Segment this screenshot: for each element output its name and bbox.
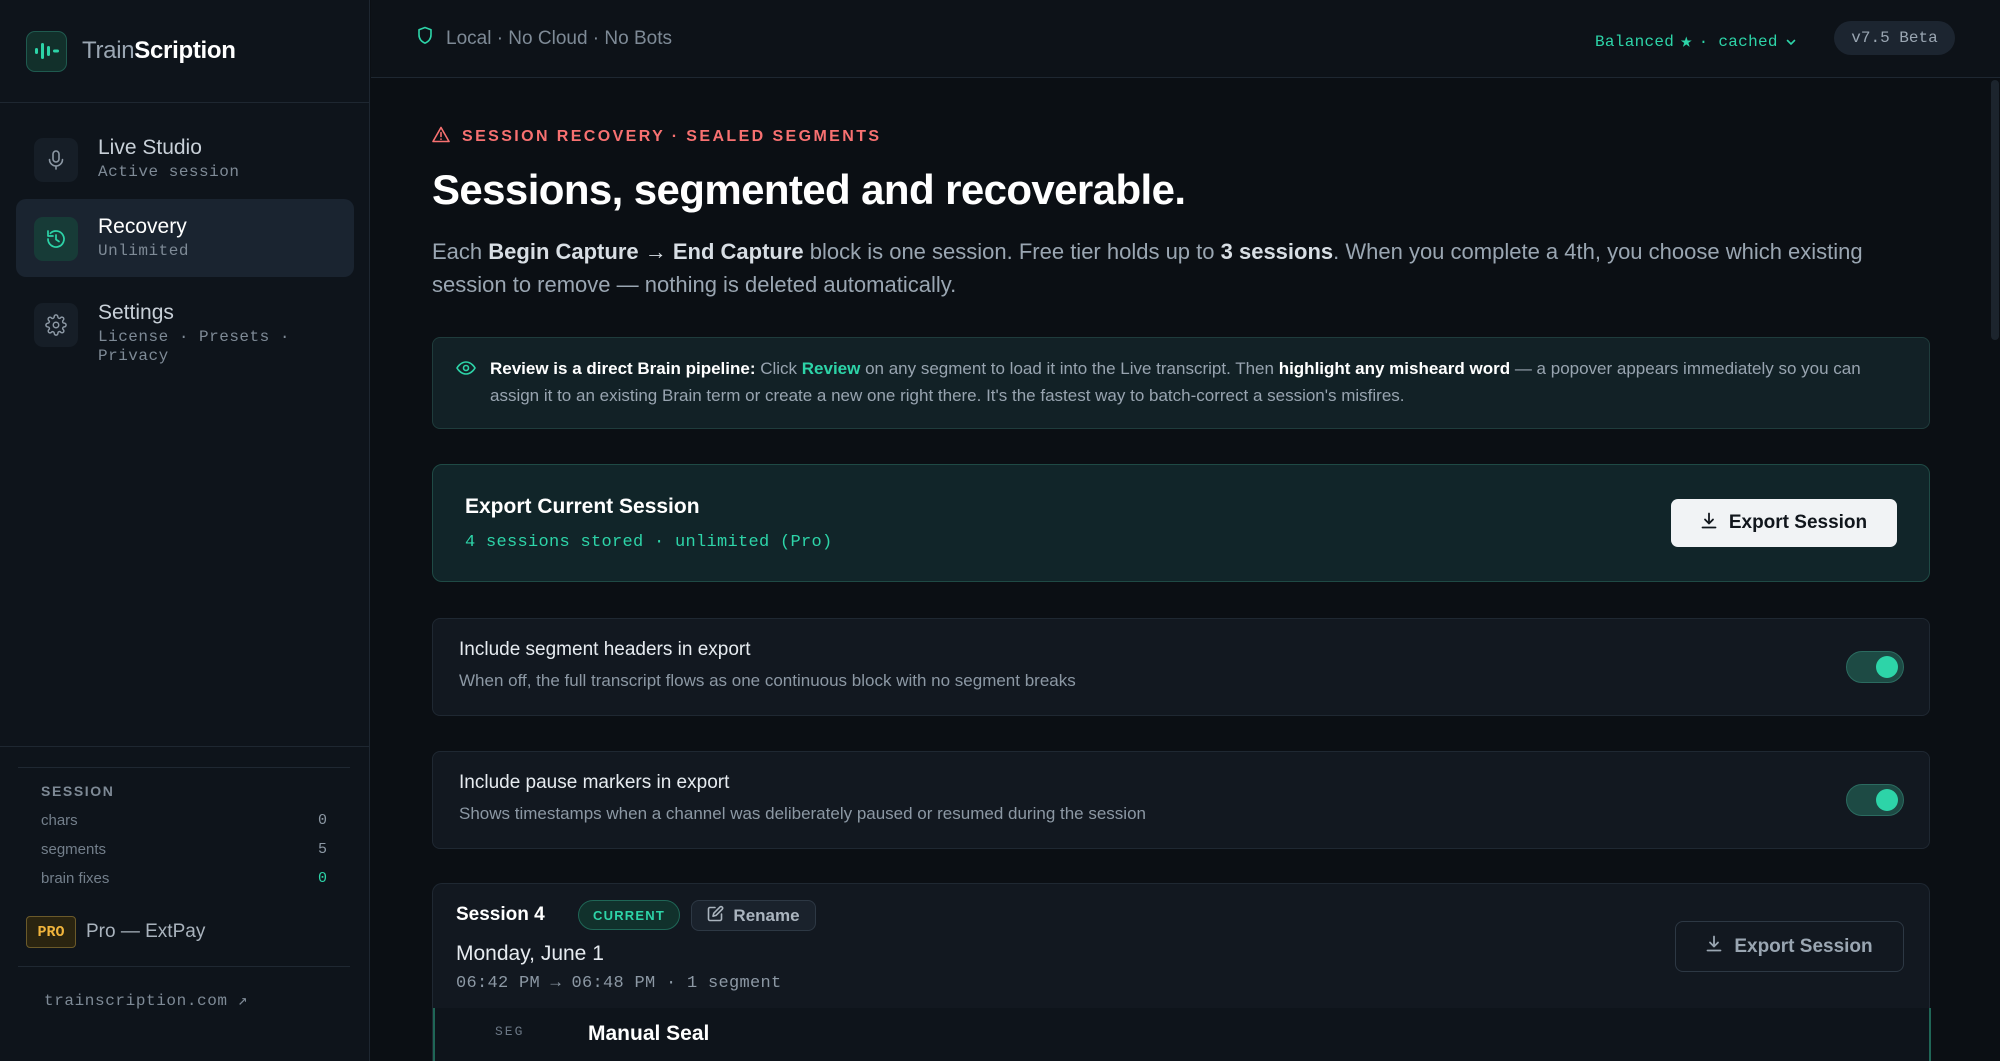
export-session-button[interactable]: Export Session (1671, 499, 1897, 547)
nav-item-live-studio[interactable]: Live Studio Active session (16, 120, 354, 198)
gear-icon (34, 303, 78, 347)
nav-title: Live Studio (98, 136, 202, 159)
stat-key: segments (41, 841, 107, 858)
review-link[interactable]: Review (802, 359, 861, 378)
info-text: Review is a direct Brain pipeline: Click… (490, 359, 1861, 405)
nav-title: Settings (98, 301, 174, 324)
rename-button[interactable]: Rename (691, 900, 816, 931)
website-link[interactable]: trainscription.com ↗ (44, 990, 248, 1010)
plan-status[interactable]: PRO Pro — ExtPay (26, 916, 205, 948)
session-stats: SESSION chars 0 segments 5 brain fixes 0 (18, 767, 350, 887)
divider (18, 966, 350, 967)
toggle-title: Include segment headers in export (459, 639, 751, 660)
scrollbar-thumb[interactable] (1991, 80, 1999, 340)
stat-key: chars (41, 812, 78, 829)
top-bar: Local · No Cloud · No Bots Balanced ★ · … (371, 0, 2000, 78)
switch-knob (1876, 789, 1898, 811)
stat-row-chars: chars 0 (41, 812, 327, 829)
nav-item-settings[interactable]: Settings License · Presets · Privacy (16, 285, 354, 375)
history-icon (34, 217, 78, 261)
segment-label: SEG (495, 1024, 525, 1039)
nav-subtitle: License · Presets · Privacy (98, 328, 290, 365)
switch-knob (1876, 656, 1898, 678)
session-card: Session 4 CURRENT Rename Monday, June 1 … (432, 883, 1931, 1061)
export-subtitle: 4 sessions stored · unlimited (Pro) (465, 533, 833, 552)
stat-row-brain-fixes: brain fixes 0 (41, 870, 327, 887)
waveform-logo-icon (26, 30, 67, 72)
eye-icon (456, 361, 476, 380)
download-icon (1701, 512, 1717, 535)
button-label: Export Session (1728, 512, 1868, 533)
review-info-callout: Review is a direct Brain pipeline: Click… (432, 337, 1930, 429)
star-icon: ★ (1680, 31, 1693, 54)
chevron-down-icon (1786, 33, 1796, 51)
session-title: Session 4 (456, 904, 545, 925)
toggle-description: Shows timestamps when a channel was deli… (459, 804, 1146, 823)
mode-suffix: · cached (1698, 33, 1778, 51)
export-current-session-card: Export Current Session 4 sessions stored… (432, 464, 1930, 582)
scrollbar[interactable] (1990, 78, 2000, 1061)
pro-badge: PRO (26, 916, 76, 948)
privacy-status: Local · No Cloud · No Bots (417, 26, 672, 51)
stat-value: 0 (317, 812, 327, 829)
nav-subtitle: Unlimited (98, 242, 189, 260)
session-stats-label: SESSION (41, 783, 115, 799)
session-date: Monday, June 1 (456, 942, 604, 965)
button-label: Rename (733, 905, 800, 925)
toggle-segment-headers: Include segment headers in export When o… (432, 618, 1930, 716)
edit-icon (707, 905, 724, 927)
stat-key: brain fixes (41, 870, 110, 887)
microphone-icon (34, 138, 78, 182)
segment-headers-switch[interactable] (1846, 651, 1904, 683)
session-time-range: 06:42 PM → 06:48 PM · 1 segment (456, 974, 782, 993)
privacy-text: Local · No Cloud · No Bots (446, 27, 672, 49)
page-description: Each Begin Capture → End Capture block i… (432, 239, 1863, 297)
brand-name: TrainScription (82, 37, 236, 64)
export-title: Export Current Session (465, 495, 700, 518)
segment-title: Manual Seal (588, 1022, 710, 1045)
toggle-title: Include pause markers in export (459, 772, 730, 793)
sidebar: TrainScription Live Studio Active sessio… (0, 0, 370, 1061)
version-badge: v7.5 Beta (1834, 21, 1955, 55)
current-badge: CURRENT (578, 900, 680, 930)
mode-label: Balanced (1595, 33, 1675, 51)
toggle-pause-markers: Include pause markers in export Shows ti… (432, 751, 1930, 849)
warning-icon (432, 126, 450, 148)
brand[interactable]: TrainScription (0, 0, 369, 103)
nav-item-recovery[interactable]: Recovery Unlimited (16, 199, 354, 277)
sidebar-footer: SESSION chars 0 segments 5 brain fixes 0… (0, 746, 370, 1061)
stat-value: 5 (317, 841, 327, 858)
eyebrow-text: SESSION RECOVERY · SEALED SEGMENTS (462, 128, 882, 145)
segment-row[interactable]: SEG Manual Seal (433, 1008, 1931, 1061)
page-title: Sessions, segmented and recoverable. (432, 166, 1186, 213)
stat-value: 0 (317, 870, 327, 887)
pause-markers-switch[interactable] (1846, 784, 1904, 816)
page-eyebrow: SESSION RECOVERY · SEALED SEGMENTS (432, 126, 881, 148)
shield-icon (417, 26, 433, 51)
button-label: Export Session (1734, 935, 1873, 957)
stat-row-segments: segments 5 (41, 841, 327, 858)
nav-title: Recovery (98, 215, 187, 238)
plan-text: Pro — ExtPay (86, 921, 206, 942)
toggle-description: When off, the full transcript flows as o… (459, 671, 1076, 690)
download-icon (1706, 935, 1722, 958)
nav-subtitle: Active session (98, 163, 240, 181)
mode-dropdown[interactable]: Balanced ★ · cached (1595, 29, 1796, 55)
session-export-button[interactable]: Export Session (1675, 921, 1904, 972)
